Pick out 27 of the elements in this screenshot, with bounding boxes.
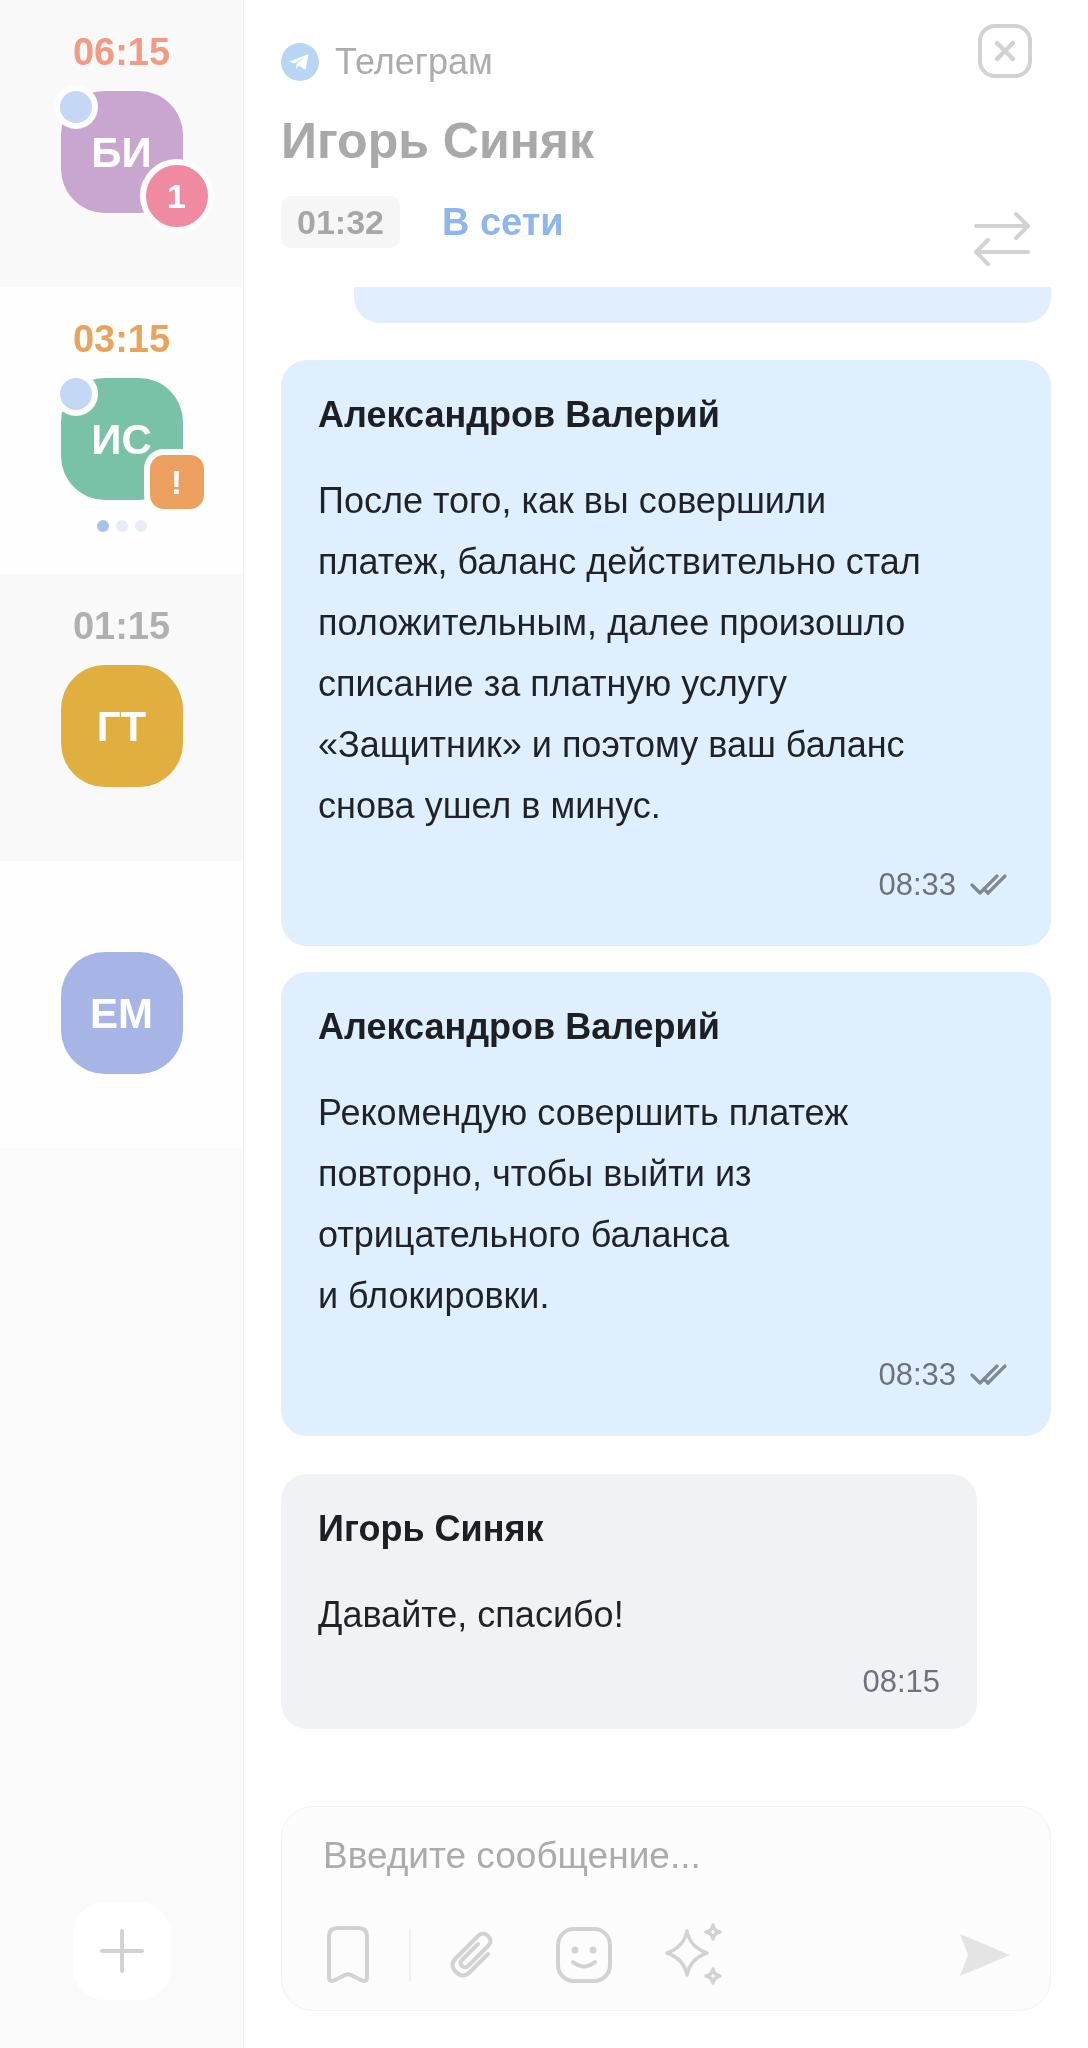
message-text: После того, как вы совершили платеж, баланс действительно стал положительным, далее произошло списание за платную услугу «Защитник» и поэтому ваш баланс снова ушел в минус.: [318, 479, 922, 828]
contact-name: Игорь Синяк: [281, 112, 595, 171]
sender-name: Александров Валерий: [318, 393, 721, 437]
close-icon[interactable]: [978, 24, 1032, 78]
message-text: Рекомендую совершить платеж повторно, чтобы выйти из отрицательного баланса и блокировки.: [318, 1091, 850, 1318]
avatar: ЕМ: [60, 952, 183, 1074]
chat-time: 06:15: [72, 30, 171, 75]
sender-name: Игорь Синяк: [318, 1507, 545, 1551]
chat-time: 01:15: [72, 604, 171, 649]
message-text: Давайте, спасибо!: [318, 1593, 625, 1637]
paper-plane-icon: [281, 43, 319, 81]
swap-arrows-icon[interactable]: [972, 210, 1032, 268]
channel-name: Телеграм: [335, 40, 493, 84]
plus-icon: [98, 1928, 145, 1974]
smiley-icon[interactable]: [556, 1927, 612, 1983]
session-timer: 01:32: [281, 196, 400, 248]
add-button[interactable]: [72, 1902, 171, 2000]
sender-name: Александров Валерий: [318, 1005, 721, 1049]
page-dot-icon[interactable]: [96, 520, 109, 532]
message-time: 08:15: [862, 1663, 941, 1701]
message-time: 08:33: [878, 866, 956, 904]
avatar: ГТ: [60, 665, 183, 787]
chat-list-item[interactable]: ЕМ: [0, 861, 243, 1148]
chat-time: 03:15: [72, 317, 171, 362]
message-input[interactable]: Введите сообщение...: [323, 1831, 1012, 1881]
message-time: 08:33: [878, 1356, 956, 1394]
online-status: В сети: [441, 200, 564, 245]
